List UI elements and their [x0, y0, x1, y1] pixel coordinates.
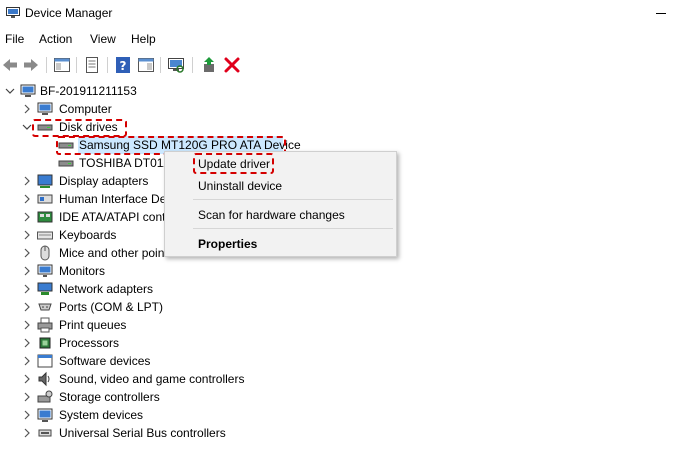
computer-icon [37, 102, 53, 115]
properties-icon[interactable] [83, 56, 101, 74]
tree-item-label: Display adapters [59, 174, 149, 188]
tree-item-print-queues[interactable]: Print queues [0, 316, 300, 334]
chevron-right-icon[interactable] [22, 302, 32, 312]
tree-item-usb-controllers[interactable]: Universal Serial Bus controllers [0, 424, 300, 442]
menu-separator [193, 228, 393, 229]
tree-item-label: Monitors [59, 264, 106, 278]
tree-item-label: Human Interface De [59, 192, 167, 206]
menu-properties[interactable]: Properties [198, 237, 257, 251]
chevron-down-icon[interactable] [5, 86, 15, 96]
monitor-icon [37, 264, 53, 277]
menu-action[interactable]: Action [38, 32, 73, 46]
action-pane-icon[interactable] [137, 56, 155, 74]
tree-item-label: IDE ATA/ATAPI contr [59, 210, 170, 224]
tree-item-label: Keyboards [59, 228, 117, 242]
processor-icon [39, 337, 51, 349]
highlight-disk-drives [32, 119, 127, 137]
software-device-icon [37, 354, 53, 368]
show-hide-console-tree-icon[interactable] [53, 56, 71, 74]
chevron-right-icon[interactable] [22, 374, 32, 384]
usb-icon [38, 429, 52, 437]
tree-item-software-devices[interactable]: Software devices [0, 352, 300, 370]
tree-item-processors[interactable]: Processors [0, 334, 300, 352]
hid-icon [37, 194, 53, 204]
chevron-right-icon[interactable] [22, 176, 32, 186]
menu-help[interactable]: Help [130, 32, 157, 46]
tree-root-label: BF-201911211153 [40, 84, 137, 98]
tree-item-label: Processors [59, 336, 120, 350]
chevron-down-icon[interactable] [22, 122, 32, 132]
update-driver-icon[interactable] [200, 56, 218, 74]
toolbar-separator [192, 57, 193, 73]
ide-controller-icon [37, 211, 53, 223]
system-device-icon [37, 408, 53, 422]
menu-uninstall-device[interactable]: Uninstall device [198, 179, 282, 193]
device-manager-app-icon [6, 7, 20, 18]
window-title: Device Manager [25, 6, 113, 20]
chevron-right-icon[interactable] [22, 428, 32, 438]
tree-item-monitors[interactable]: Monitors [0, 262, 300, 280]
menu-scan-hardware[interactable]: Scan for hardware changes [198, 208, 345, 222]
network-adapter-icon [37, 282, 53, 295]
display-adapter-icon [37, 174, 53, 188]
chevron-right-icon[interactable] [22, 266, 32, 276]
printer-icon [37, 317, 53, 333]
chevron-right-icon[interactable] [22, 320, 32, 330]
menu-bar: File Action View Help [0, 30, 674, 50]
keyboard-icon [37, 231, 53, 240]
svg-text:?: ? [120, 59, 127, 73]
toolbar-separator [160, 57, 161, 73]
toolbar-separator [107, 57, 108, 73]
menu-view[interactable]: View [89, 32, 117, 46]
scan-hardware-icon[interactable] [167, 56, 185, 74]
tree-item-label: Print queues [59, 318, 127, 332]
menu-file[interactable]: File [4, 32, 25, 46]
chevron-right-icon[interactable] [22, 338, 32, 348]
highlight-update-driver [193, 153, 274, 174]
computer-icon [20, 84, 36, 97]
tree-item-label: Computer [59, 102, 112, 116]
chevron-right-icon[interactable] [22, 230, 32, 240]
tree-root[interactable]: BF-201911211153 [0, 82, 300, 100]
menu-separator [193, 199, 393, 200]
chevron-right-icon[interactable] [22, 194, 32, 204]
chevron-right-icon[interactable] [22, 392, 32, 402]
toolbar-separator [76, 57, 77, 73]
tree-item-system-devices[interactable]: System devices [0, 406, 300, 424]
chevron-right-icon[interactable] [22, 104, 32, 114]
tree-item-label: Network adapters [59, 282, 154, 296]
chevron-right-icon[interactable] [22, 410, 32, 420]
chevron-right-icon[interactable] [22, 248, 32, 258]
tree-item-label: System devices [59, 408, 144, 422]
toolbar: ? [0, 52, 674, 78]
chevron-right-icon[interactable] [22, 284, 32, 294]
tree-item-label: Mice and other poin [59, 246, 165, 260]
tree-item-label: Universal Serial Bus controllers [59, 426, 226, 440]
tree-item-network-adapters[interactable]: Network adapters [0, 280, 300, 298]
chevron-right-icon[interactable] [22, 212, 32, 222]
forward-arrow-icon[interactable] [22, 56, 40, 74]
tree-item-label: Storage controllers [59, 390, 160, 404]
uninstall-icon[interactable] [223, 56, 241, 74]
title-bar: Device Manager [0, 0, 674, 28]
mouse-icon [40, 245, 50, 261]
tree-item-storage-controllers[interactable]: Storage controllers [0, 388, 300, 406]
storage-controller-icon [37, 390, 53, 403]
tree-item-label: Sound, video and game controllers [59, 372, 245, 386]
port-icon [38, 303, 52, 311]
tree-item-label: Software devices [59, 354, 151, 368]
chevron-right-icon[interactable] [22, 356, 32, 366]
disk-drive-icon [58, 160, 74, 167]
speaker-icon [38, 371, 50, 387]
tree-item-sound[interactable]: Sound, video and game controllers [0, 370, 300, 388]
tree-item-ports[interactable]: Ports (COM & LPT) [0, 298, 300, 316]
minimize-button[interactable] [656, 13, 666, 14]
help-icon[interactable]: ? [114, 56, 132, 74]
back-arrow-icon[interactable] [1, 56, 19, 74]
tree-item-computer[interactable]: Computer [0, 100, 300, 118]
toolbar-separator [46, 57, 47, 73]
tree-item-label: Ports (COM & LPT) [59, 300, 164, 314]
